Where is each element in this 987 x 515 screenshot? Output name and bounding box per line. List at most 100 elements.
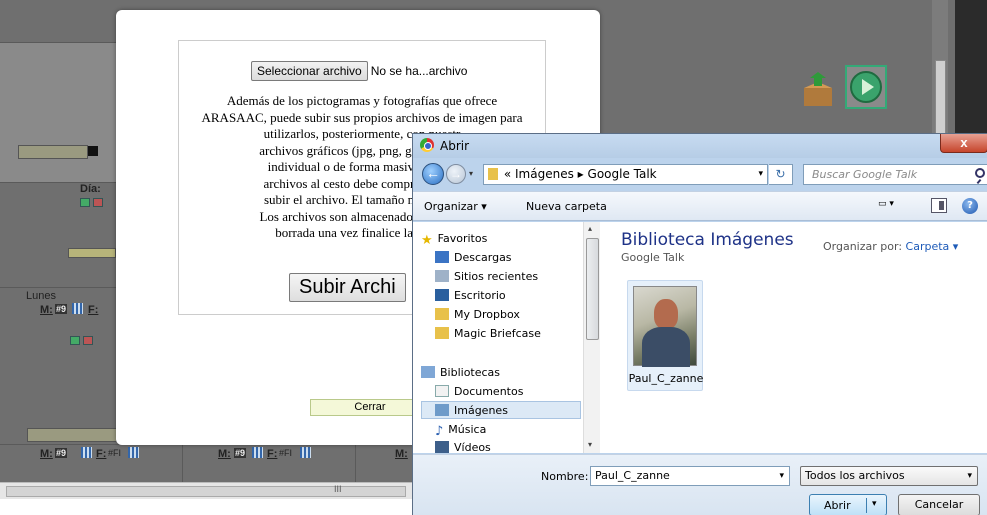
navigation-pane: ★ Favoritos Descargas Sitios recientes Es… [413, 222, 600, 453]
nav-item-musica[interactable]: ♪ Música [435, 421, 486, 439]
search-input[interactable]: Buscar Google Talk [803, 164, 987, 185]
help-button[interactable]: ? [962, 198, 978, 214]
no-file-text: No se ha...archivo [370, 64, 468, 78]
row-f-value: #FI [279, 448, 293, 458]
select-file-button[interactable]: Seleccionar archivo [251, 61, 368, 81]
cancel-button[interactable]: Cancelar [898, 494, 980, 515]
nav-pane-scroll-thumb[interactable] [586, 238, 599, 340]
chevron-down-icon[interactable]: ▾ [872, 499, 877, 509]
row-m-label[interactable]: M: [395, 448, 408, 460]
play-button[interactable] [845, 65, 887, 109]
libraries-header[interactable]: Bibliotecas [421, 364, 500, 382]
row-f-label[interactable]: F: [267, 448, 277, 460]
nav-label: Favoritos [437, 232, 488, 245]
change-view-button[interactable]: ▭ ▾ [878, 199, 906, 213]
nav-item-sitios-recientes[interactable]: Sitios recientes [435, 268, 538, 286]
nav-label: Magic Briefcase [454, 327, 541, 340]
weekday-label: Lunes [26, 290, 56, 302]
row-f-label[interactable]: F: [96, 448, 106, 460]
nav-pane-scrollbar[interactable]: ▴ ▾ [583, 222, 600, 453]
grid-icon[interactable] [252, 447, 263, 458]
arrange-by: Organizar por: Carpeta ▾ [823, 240, 958, 253]
nav-item-documentos[interactable]: Documentos [435, 383, 523, 401]
open-button[interactable]: Abrir ▾ [809, 494, 887, 515]
row-f-label[interactable]: F: [88, 304, 98, 316]
refresh-icon: ↻ [775, 167, 786, 181]
nav-item-imagenes[interactable]: Imágenes [421, 401, 581, 419]
scroll-up-icon[interactable]: ▴ [588, 224, 592, 233]
dialog-titlebar[interactable]: Abrir x [413, 134, 987, 158]
videos-icon [435, 441, 449, 453]
preview-pane-button[interactable] [931, 198, 947, 213]
scroll-down-icon[interactable]: ▾ [588, 440, 592, 449]
add-icon[interactable] [70, 336, 80, 345]
divider [0, 42, 116, 43]
row-m-label[interactable]: M: [40, 448, 53, 460]
info-line: ARASAAC, puede subir sus propios archivo… [201, 109, 523, 125]
close-dialog-button[interactable]: x [940, 134, 987, 153]
file-name-input[interactable]: Paul_C_zanne ▾ [590, 466, 790, 486]
breadcrumb-segment[interactable]: Google Talk [588, 167, 657, 181]
nav-item-videos[interactable]: Vídeos [435, 439, 491, 453]
upload-files-button[interactable]: Subir Archi [289, 273, 406, 302]
pictures-icon [435, 404, 449, 416]
scroll-grip: III [334, 484, 342, 494]
new-folder-button[interactable]: Nueva carpeta [526, 200, 607, 213]
refresh-button[interactable]: ↻ [769, 164, 793, 185]
page-horizontal-scroll-thumb[interactable] [6, 486, 406, 497]
text-field[interactable] [18, 145, 88, 159]
search-placeholder: Buscar Google Talk [812, 168, 918, 181]
chevron-down-icon[interactable]: ▾ [967, 467, 972, 485]
nav-label: Vídeos [454, 441, 491, 453]
delete-icon[interactable] [93, 198, 103, 207]
nav-item-descargas[interactable]: Descargas [435, 249, 512, 267]
address-prefix[interactable]: « [504, 167, 511, 181]
organize-menu[interactable]: Organizar ▾ [424, 200, 487, 213]
nav-label: My Dropbox [454, 308, 520, 321]
dropbox-folder-icon [435, 308, 449, 320]
nav-label: Imágenes [454, 404, 508, 417]
nav-item-my-dropbox[interactable]: My Dropbox [435, 306, 520, 324]
day-label: Día: [80, 183, 101, 195]
grid-icon[interactable] [128, 447, 139, 458]
file-selector: Seleccionar archivo No se ha...archivo [251, 61, 467, 81]
back-button[interactable]: ← [422, 163, 444, 185]
star-icon: ★ [421, 233, 433, 248]
nav-label: Música [448, 423, 487, 436]
chevron-down-icon[interactable]: ▾ [779, 467, 784, 485]
row-m-label[interactable]: M: [218, 448, 231, 460]
calendar-panel [0, 42, 116, 182]
file-type-select[interactable]: Todos los archivos ▾ [800, 466, 978, 486]
breadcrumb-segment[interactable]: Imágenes [515, 167, 574, 181]
row-m-label[interactable]: M: [40, 304, 53, 316]
nav-item-escritorio[interactable]: Escritorio [435, 287, 506, 305]
portrait-body [642, 327, 690, 367]
chevron-down-icon[interactable]: ▾ [758, 165, 763, 184]
page-vertical-scroll-thumb[interactable] [935, 60, 946, 135]
forward-button[interactable]: → [446, 164, 466, 184]
delete-icon[interactable] [83, 336, 93, 345]
add-icon[interactable] [80, 198, 90, 207]
file-name-value[interactable]: Paul_C_zanne [595, 469, 670, 482]
breadcrumb-separator[interactable]: ▸ [578, 167, 584, 181]
grid-icon[interactable] [300, 447, 311, 458]
info-line: Además de los pictogramas y fotografías … [226, 93, 498, 108]
nav-label: Bibliotecas [440, 366, 501, 379]
color-swatch-icon[interactable] [88, 146, 98, 156]
upload-box-icon[interactable] [800, 72, 836, 108]
favorites-header[interactable]: ★ Favoritos [421, 230, 487, 248]
arrange-dropdown[interactable]: Carpeta ▾ [906, 240, 959, 253]
file-item[interactable]: Paul_C_zanne [627, 280, 703, 391]
nav-label: Escritorio [454, 289, 506, 302]
forward-arrow-icon: → [450, 167, 462, 181]
nav-item-magic-briefcase[interactable]: Magic Briefcase [435, 325, 541, 343]
grid-icon[interactable] [81, 447, 92, 458]
recent-locations-dropdown[interactable]: ▾ [469, 169, 479, 179]
library-subtitle: Google Talk [621, 251, 685, 264]
page-horizontal-scrollbar[interactable]: III [0, 482, 416, 499]
text-field[interactable] [27, 428, 117, 442]
search-icon[interactable] [975, 168, 985, 178]
downloads-folder-icon [435, 251, 449, 263]
grid-icon[interactable] [72, 303, 83, 314]
address-bar[interactable]: « Imágenes ▸ Google Talk ▾ [483, 164, 768, 185]
